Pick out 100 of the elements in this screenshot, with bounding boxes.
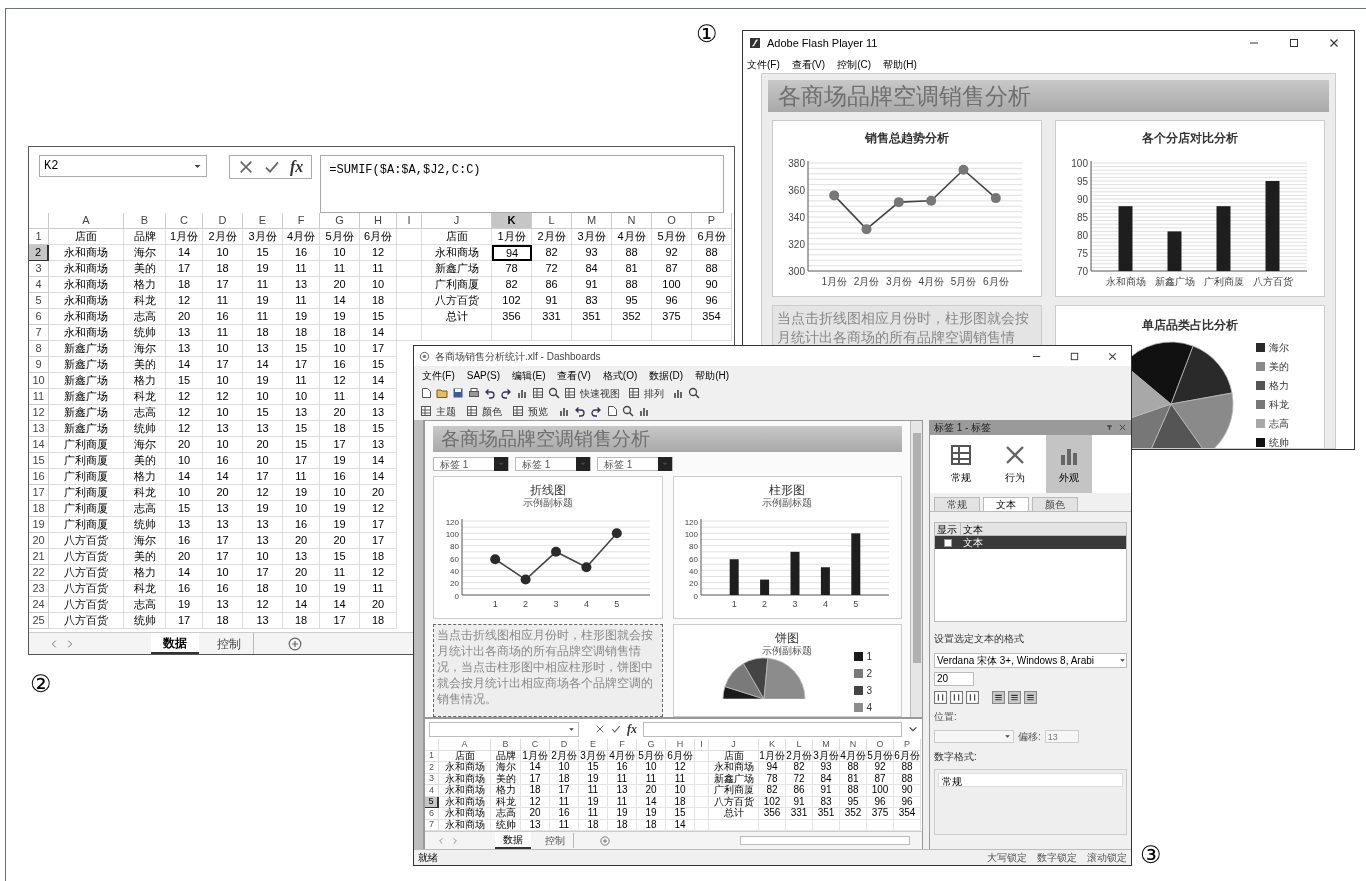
toolbar-button[interactable]: 排列 [644, 385, 664, 401]
sheet-tab[interactable]: 数据 [151, 633, 199, 654]
add-sheet-icon[interactable] [600, 835, 610, 846]
label-dropdown[interactable]: 标签 1 [597, 457, 673, 471]
cancel-icon[interactable] [595, 724, 605, 734]
empty-cell[interactable] [695, 796, 709, 808]
menu-item[interactable]: 数据(D) [649, 367, 684, 383]
column-header[interactable]: N [840, 739, 867, 751]
empty-cell[interactable] [572, 325, 612, 341]
print-icon[interactable] [468, 387, 480, 399]
empty-cell[interactable] [397, 277, 422, 293]
close-icon[interactable] [1107, 350, 1118, 362]
column-header[interactable]: H [360, 213, 397, 229]
label-dropdown[interactable]: 标签 1 [515, 457, 591, 471]
chart-icon[interactable] [672, 387, 684, 399]
column-header[interactable]: L [532, 213, 572, 229]
cancel-icon[interactable] [238, 159, 254, 175]
dropdown-caret-icon[interactable] [1004, 733, 1011, 740]
italic-icon[interactable] [950, 691, 963, 704]
empty-cell[interactable] [695, 785, 709, 797]
row-header[interactable]: 23 [29, 581, 49, 597]
column-header[interactable]: H [666, 739, 695, 751]
redo-icon[interactable] [590, 405, 602, 417]
empty-cell[interactable] [397, 325, 422, 341]
empty-cell[interactable] [397, 245, 422, 261]
bold-icon[interactable] [934, 691, 947, 704]
column-header[interactable]: B [124, 213, 166, 229]
pin-icon[interactable] [1105, 423, 1114, 432]
maximize-icon[interactable] [1069, 350, 1080, 362]
row-header[interactable]: 6 [29, 309, 49, 325]
table-icon[interactable] [628, 387, 640, 399]
column-header[interactable]: P [692, 213, 732, 229]
row-header[interactable]: 11 [29, 389, 49, 405]
empty-cell[interactable] [532, 325, 572, 341]
column-header[interactable]: K [759, 739, 786, 751]
table-icon[interactable] [532, 387, 544, 399]
menu-item[interactable]: 编辑(E) [512, 367, 546, 383]
dropdown-caret-icon[interactable] [568, 725, 575, 733]
column-header[interactable]: M [813, 739, 840, 751]
column-header[interactable]: B [491, 739, 521, 751]
offset-field[interactable]: 13 [1044, 730, 1079, 743]
column-header[interactable]: E [243, 213, 283, 229]
empty-cell[interactable] [692, 325, 732, 341]
category-button[interactable]: 常规 [938, 435, 984, 493]
tab[interactable]: 颜色 [1032, 497, 1078, 511]
column-header[interactable]: L [786, 739, 813, 751]
column-header[interactable]: N [612, 213, 652, 229]
empty-cell[interactable] [492, 325, 532, 341]
column-header[interactable]: A [439, 739, 491, 751]
table-icon[interactable] [420, 405, 432, 417]
undo-icon[interactable] [574, 405, 586, 417]
row-header[interactable]: 2 [425, 762, 439, 774]
row-header[interactable]: 4 [29, 277, 49, 293]
empty-cell[interactable] [695, 773, 709, 785]
row-header[interactable]: 24 [29, 597, 49, 613]
zoom-icon[interactable] [688, 387, 700, 399]
column-header[interactable]: C [521, 739, 550, 751]
add-sheet-icon[interactable] [288, 636, 302, 651]
row-header[interactable]: 20 [29, 533, 49, 549]
row-header[interactable]: 4 [425, 785, 439, 797]
horizontal-scrollbar[interactable] [740, 836, 910, 845]
align-center-icon[interactable] [1008, 691, 1021, 704]
column-header[interactable]: K [492, 213, 532, 229]
row-header[interactable]: 8 [29, 341, 49, 357]
close-icon[interactable] [1328, 37, 1340, 49]
underline-icon[interactable] [966, 691, 979, 704]
row-header[interactable]: 9 [29, 357, 49, 373]
column-header[interactable]: F [608, 739, 637, 751]
row-header[interactable]: 3 [425, 773, 439, 785]
chart-icon[interactable] [558, 405, 570, 417]
column-header[interactable]: P [894, 739, 921, 751]
row-header[interactable]: 1 [425, 750, 439, 762]
column-header[interactable]: E [579, 739, 608, 751]
undo-icon[interactable] [484, 387, 496, 399]
row-header[interactable]: 18 [29, 501, 49, 517]
menu-item[interactable]: 查看(V) [557, 367, 591, 383]
scroll-left-icon[interactable] [49, 638, 59, 649]
table-icon[interactable] [466, 405, 478, 417]
row-header[interactable]: 10 [29, 373, 49, 389]
row-header[interactable]: 14 [29, 437, 49, 453]
column-header[interactable]: O [867, 739, 894, 751]
empty-cell[interactable] [695, 762, 709, 774]
chart-icon[interactable] [638, 405, 650, 417]
empty-cell[interactable] [397, 309, 422, 325]
checkbox[interactable] [944, 538, 952, 547]
row-header[interactable]: 7 [29, 325, 49, 341]
name-box[interactable]: K2 [39, 155, 207, 177]
toolbar-button[interactable]: 主题 [436, 403, 456, 419]
table-icon[interactable] [512, 405, 524, 417]
align-right-icon[interactable] [1024, 691, 1037, 704]
scroll-right-icon[interactable] [65, 638, 75, 649]
toolbar-button[interactable]: 预览 [528, 403, 548, 419]
row-header[interactable]: 3 [29, 261, 49, 277]
dropdown-caret-icon[interactable] [1119, 657, 1126, 664]
empty-cell[interactable] [397, 229, 422, 245]
column-header[interactable]: I [397, 213, 422, 229]
row-header[interactable]: 16 [29, 469, 49, 485]
column-header[interactable]: G [320, 213, 360, 229]
align-left-icon[interactable] [992, 691, 1005, 704]
zoom-icon[interactable] [622, 405, 634, 417]
